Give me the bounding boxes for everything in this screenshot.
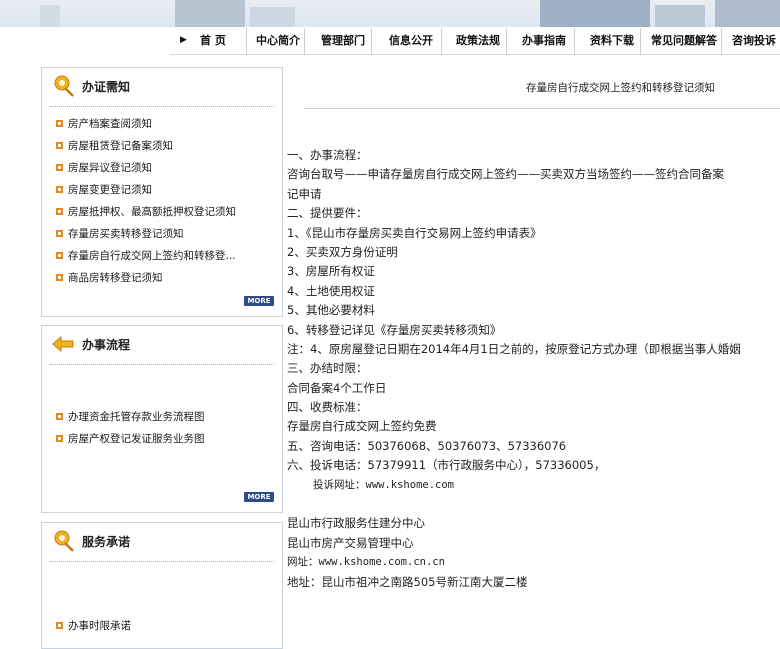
article-line	[287, 495, 780, 514]
article-line: 2、买卖双方身份证明	[287, 244, 398, 259]
more-button[interactable]: MORE	[244, 296, 274, 306]
panel-list: 办理资金托管存款业务流程图 房屋产权登记发证服务业务图	[55, 406, 205, 450]
article-line: 记申请	[287, 186, 322, 201]
list-item[interactable]: 办事时限承诺	[55, 615, 131, 637]
article-line: 昆山市房产交易管理中心	[287, 535, 414, 550]
article-body: 一、办事流程： 咨询台取号——申请存量房自行成交网上签约——买卖双方当场签约——…	[287, 146, 780, 592]
divider	[304, 108, 780, 109]
list-item[interactable]: 存量房自行成交网上签约和转移登...	[55, 245, 236, 267]
article-line: 4、土地使用权证	[287, 283, 375, 298]
list-item[interactable]: 商品房转移登记须知	[55, 267, 236, 289]
article-line: 1、《昆山市存量房买卖自行交易网上签约申请表》	[287, 225, 542, 240]
more-button[interactable]: MORE	[244, 492, 274, 502]
article-line: 注：4、原房屋登记日期在2014年4月1日之前的，按原登记方式办理（即根据当事人…	[287, 341, 741, 356]
panel-title: 办证需知	[82, 80, 131, 94]
banner-building	[655, 5, 705, 27]
article-line: 四、收费标准：	[287, 400, 368, 415]
list-item[interactable]: 房屋产权登记发证服务业务图	[55, 428, 205, 450]
top-nav: ▶ 首 页 中心简介 管理部门 信息公开 政策法规 办事指南 资料下载 常见问题…	[170, 28, 780, 55]
panel-header: 办事流程	[42, 326, 282, 362]
panel-service-commitment: 服务承诺 办事时限承诺	[41, 522, 283, 649]
divider	[50, 364, 274, 365]
nav-departments[interactable]: 管理部门	[321, 28, 372, 54]
article-line: 地址：昆山市祖冲之南路505号新江南大厦二楼	[287, 574, 528, 589]
article-line: 六、投诉电话：57379911（市行政服务中心），57336005，	[287, 458, 606, 473]
list-item[interactable]: 房产档案查阅须知	[55, 113, 236, 135]
nav-downloads[interactable]: 资料下载	[590, 28, 641, 54]
nav-policy[interactable]: 政策法规	[456, 28, 507, 54]
nav-guide[interactable]: 办事指南	[522, 28, 575, 54]
panel-certificate-notes: 办证需知 房产档案查阅须知 房屋租赁登记备案须知 房屋异议登记须知 房屋变更登记…	[41, 67, 283, 317]
divider	[50, 561, 274, 562]
article-line[interactable]: 投诉网址：www.kshome.com	[287, 476, 780, 495]
article-line[interactable]: 网址：www.kshome.com.cn.cn	[287, 553, 780, 572]
nav-about[interactable]: 中心简介	[256, 28, 305, 54]
banner-building	[715, 0, 780, 27]
list-item[interactable]: 房屋抵押权、最高额抵押权登记须知	[55, 201, 236, 223]
nav-complaints[interactable]: 咨询投诉	[732, 28, 780, 54]
panel-list: 房产档案查阅须知 房屋租赁登记备案须知 房屋异议登记须知 房屋变更登记须知 房屋…	[55, 113, 236, 289]
list-item[interactable]: 房屋变更登记须知	[55, 179, 236, 201]
panel-title: 服务承诺	[82, 535, 131, 549]
nav-home[interactable]: 首 页	[200, 28, 247, 54]
banner-building	[540, 0, 650, 27]
panel-header: 服务承诺	[42, 523, 282, 559]
article-line: 存量房自行成交网上签约免费	[287, 419, 437, 434]
list-item[interactable]: 办理资金托管存款业务流程图	[55, 406, 205, 428]
pin-icon	[54, 530, 74, 552]
panel-title: 办事流程	[82, 338, 131, 352]
article-title: 存量房自行成交网上签约和转移登记须知	[526, 82, 715, 94]
article-line: 三、办结时限：	[287, 361, 368, 376]
banner-building	[40, 5, 60, 27]
arrow-icon	[52, 335, 74, 353]
article-line: 五、咨询电话：50376068、50376073、57336076	[287, 438, 567, 453]
nav-disclosure[interactable]: 信息公开	[389, 28, 442, 54]
list-item[interactable]: 房屋异议登记须知	[55, 157, 236, 179]
header-banner	[0, 0, 780, 27]
article-line: 6、转移登记详见《存量房买卖转移须知》	[287, 322, 502, 337]
article-line: 咨询台取号——申请存量房自行成交网上签约——买卖双方当场签约——签约合同备案	[287, 167, 724, 182]
article-line: 一、办事流程：	[287, 148, 368, 162]
article-line: 昆山市行政服务住建分中心	[287, 516, 425, 531]
article-line: 合同备案4个工作日	[287, 380, 387, 395]
list-item[interactable]: 房屋租赁登记备案须知	[55, 135, 236, 157]
panel-list: 办事时限承诺	[55, 615, 131, 637]
panel-header: 办证需知	[42, 68, 282, 104]
panel-procedures: 办事流程 办理资金托管存款业务流程图 房屋产权登记发证服务业务图 MORE	[41, 325, 283, 513]
article-line: 3、房屋所有权证	[287, 264, 375, 279]
list-item[interactable]: 存量房买卖转移登记须知	[55, 223, 236, 245]
pin-icon	[54, 75, 74, 97]
banner-building	[250, 7, 295, 27]
article-line: 二、提供要件：	[287, 206, 368, 221]
divider	[50, 106, 274, 107]
nav-faq[interactable]: 常见问题解答	[651, 28, 722, 54]
triangle-right-icon: ▶	[180, 35, 187, 45]
article-line: 5、其他必要材料	[287, 303, 375, 318]
banner-building	[175, 0, 245, 27]
